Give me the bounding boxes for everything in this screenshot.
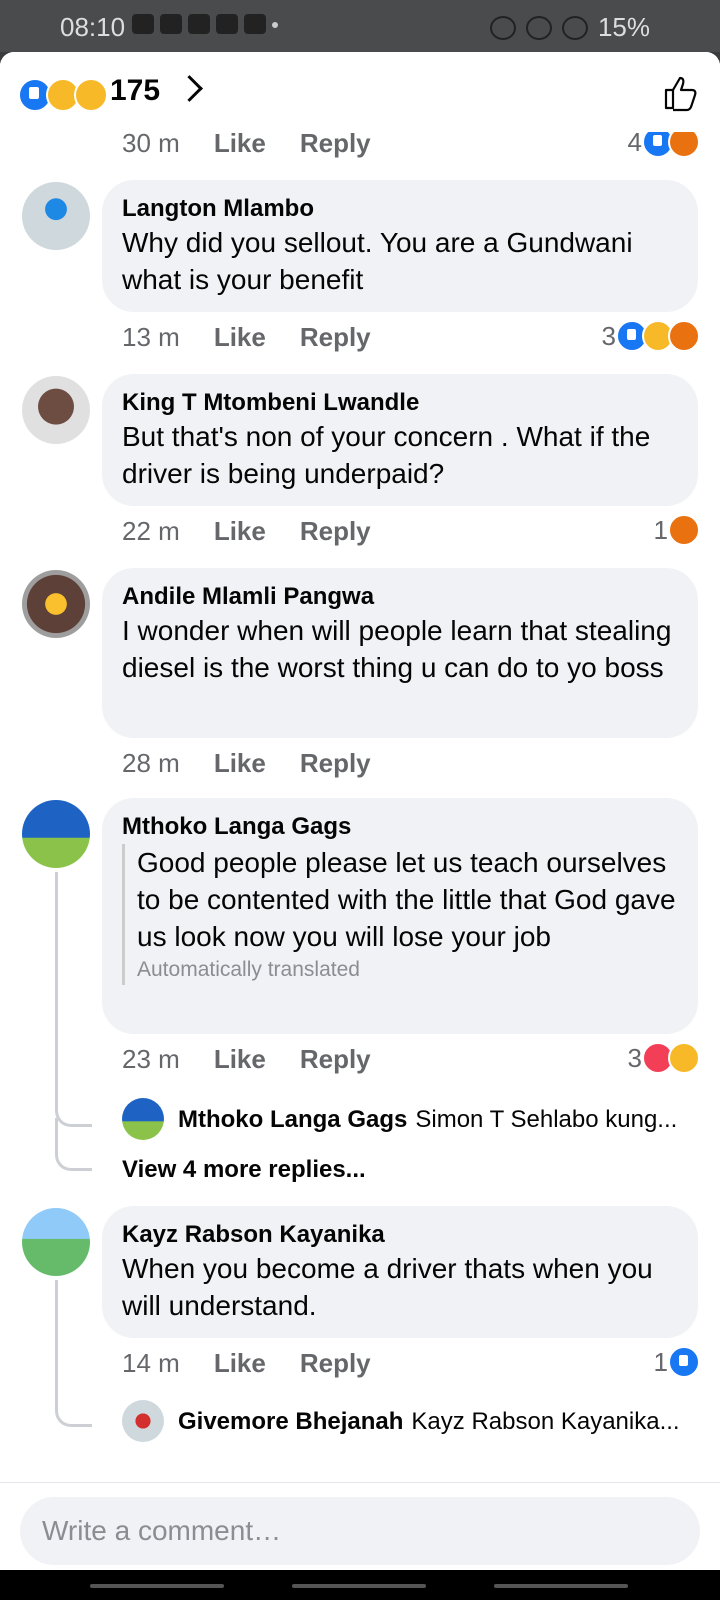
comment-text: I wonder when will people learn that ste… (122, 615, 672, 683)
comment-meta: 14 m Like Reply (122, 1348, 371, 1379)
comment-meta: 30 m Like Reply (122, 128, 371, 159)
pinwheel-icon (188, 14, 210, 34)
reply-button[interactable]: Reply (300, 128, 371, 159)
reply-button[interactable]: Reply (300, 1044, 371, 1075)
view-more-replies-link[interactable]: View 4 more replies... (122, 1156, 366, 1184)
status-time: 08:10 (60, 12, 126, 42)
thread-branch (55, 1118, 92, 1171)
wifi-icon (561, 15, 588, 40)
reply-button[interactable]: Reply (300, 748, 371, 779)
comment-time: 14 m (122, 1348, 180, 1378)
like-reaction-icon (668, 1346, 700, 1378)
comment-time: 28 m (122, 748, 180, 778)
comment-bubble[interactable]: Kayz Rabson Kayanika When you become a d… (102, 1206, 698, 1338)
comment-reactions[interactable]: 1 (654, 514, 700, 546)
comment-meta: 13 m Like Reply (122, 322, 371, 353)
avatar[interactable] (22, 800, 90, 868)
reaction-count: 3 (601, 320, 616, 351)
thread-line (55, 872, 58, 1112)
comments-list[interactable]: 30 m Like Reply 4 Langton Mlambo Why did… (0, 52, 720, 1482)
avatar[interactable] (122, 1098, 164, 1140)
thread-branch (55, 1392, 92, 1427)
comment-meta: 28 m Like Reply (122, 748, 371, 779)
comment-time: 22 m (122, 516, 180, 546)
nav-handle[interactable] (90, 1584, 224, 1588)
comment-bubble[interactable]: Andile Mlamli Pangwa I wonder when will … (102, 568, 698, 738)
comment-reactions[interactable]: 3 (628, 1042, 700, 1074)
reply-button[interactable]: Reply (300, 516, 371, 547)
reply-button[interactable]: Reply (300, 322, 371, 353)
reply-text: Simon T Sehlabo kung... (415, 1106, 678, 1133)
system-nav-bar (0, 1570, 720, 1600)
comment-author[interactable]: Langton Mlambo (122, 194, 678, 224)
comment-bubble[interactable]: King T Mtombeni Lwandle But that's non o… (102, 374, 698, 506)
comment-author[interactable]: King T Mtombeni Lwandle (122, 388, 678, 418)
comment-author[interactable]: Andile Mlamli Pangwa (122, 582, 678, 612)
translation-note[interactable]: Automatically translated (137, 955, 678, 985)
comment-reactions[interactable]: 1 (654, 1346, 700, 1378)
reply-text: Kayz Rabson Kayanika... (411, 1408, 680, 1435)
avatar[interactable] (22, 182, 90, 250)
comment-time: 23 m (122, 1044, 180, 1074)
angry-reaction-icon (668, 514, 700, 546)
more-dot-icon (272, 22, 278, 28)
comment-text: Good people please let us teach ourselve… (137, 847, 676, 952)
status-bar: 08:10 15% (0, 0, 720, 52)
reply-preview[interactable]: Mthoko Langa Gags Simon T Sehlabo kung..… (178, 1106, 677, 1134)
avatar[interactable] (122, 1400, 164, 1442)
app-icon (244, 14, 266, 34)
reaction-count: 3 (627, 1042, 642, 1073)
translated-block: Good people please let us teach ourselve… (122, 844, 678, 985)
reaction-count: 1 (653, 514, 668, 545)
reaction-total[interactable]: 175 (110, 74, 160, 108)
nav-handle[interactable] (494, 1584, 628, 1588)
avatar[interactable] (22, 570, 90, 638)
comment-meta: 22 m Like Reply (122, 516, 371, 547)
battery-level: 15% (597, 12, 650, 42)
like-button[interactable]: Like (214, 128, 266, 159)
reaction-count: 1 (653, 1346, 668, 1377)
comment-text: Why did you sellout. You are a Gundwani … (122, 227, 633, 295)
comment-meta: 23 m Like Reply (122, 1044, 371, 1075)
comment-bubble[interactable]: Mthoko Langa Gags Good people please let… (102, 798, 698, 1034)
comment-input[interactable]: Write a comment… (20, 1497, 700, 1565)
alarm-icon (489, 15, 516, 40)
thread-line (55, 1280, 58, 1410)
comment-reactions[interactable]: 3 (602, 320, 700, 352)
wow-reaction-icon (74, 78, 108, 112)
youtube-icon (132, 14, 154, 34)
notification-icons (132, 14, 278, 34)
avatar[interactable] (22, 376, 90, 444)
reply-author[interactable]: Givemore Bhejanah (178, 1408, 403, 1436)
reactions-header: 175 (0, 52, 720, 132)
calendar-icon (216, 14, 238, 34)
like-button[interactable]: Like (214, 516, 266, 547)
comment-text: But that's non of your concern . What if… (122, 421, 651, 489)
comment-author[interactable]: Mthoko Langa Gags (122, 812, 678, 842)
comment-text: When you become a driver thats when you … (122, 1253, 653, 1321)
reply-button[interactable]: Reply (300, 1348, 371, 1379)
like-button[interactable]: Like (214, 1044, 266, 1075)
reply-author[interactable]: Mthoko Langa Gags (178, 1106, 407, 1134)
angry-reaction-icon (668, 320, 700, 352)
like-button[interactable]: Like (214, 1348, 266, 1379)
comment-time: 13 m (122, 322, 180, 352)
youtube-icon (160, 14, 182, 34)
reactions-summary[interactable] (18, 78, 108, 112)
sad-reaction-icon (668, 1042, 700, 1074)
reply-preview[interactable]: Givemore Bhejanah Kayz Rabson Kayanika..… (178, 1408, 680, 1436)
comment-bubble[interactable]: Langton Mlambo Why did you sellout. You … (102, 180, 698, 312)
like-button[interactable]: Like (214, 748, 266, 779)
nav-handle[interactable] (292, 1584, 426, 1588)
comment-author[interactable]: Kayz Rabson Kayanika (122, 1220, 678, 1250)
like-button[interactable]: Like (214, 322, 266, 353)
like-outline-icon[interactable] (662, 74, 700, 112)
chevron-right-icon[interactable] (176, 75, 203, 102)
system-icons: 15% (489, 12, 650, 43)
comments-sheet: 30 m Like Reply 4 Langton Mlambo Why did… (0, 52, 720, 1600)
comment-time: 30 m (122, 128, 180, 158)
mute-icon (525, 15, 552, 40)
avatar[interactable] (22, 1208, 90, 1276)
